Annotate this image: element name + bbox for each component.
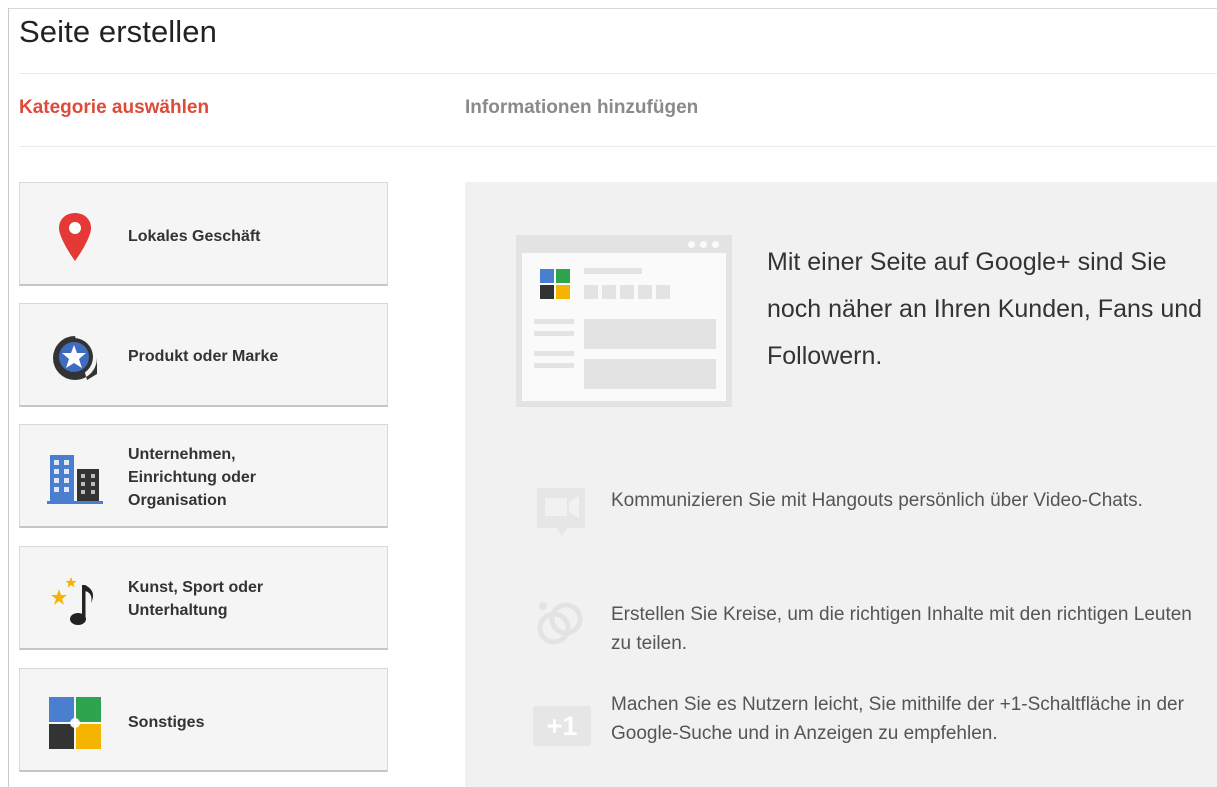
logo-squares-icon xyxy=(540,269,570,299)
hangout-video-icon xyxy=(537,488,585,536)
window-top-border xyxy=(8,8,1217,9)
category-other[interactable]: Sonstiges xyxy=(19,668,388,772)
circles-icon xyxy=(537,602,583,645)
page-mockup-illustration xyxy=(516,235,732,407)
step-add-information: Informationen hinzufügen xyxy=(465,97,699,118)
buildings-icon xyxy=(47,455,103,504)
category-label: Kunst, Sport oder Unterhaltung xyxy=(128,579,264,619)
category-label: Sonstiges xyxy=(128,714,205,731)
feature-hangouts-text: Kommunizieren Sie mit Hangouts persönlic… xyxy=(611,490,1143,511)
category-label: Lokales Geschäft xyxy=(128,228,261,245)
category-label: Unternehmen, Einrichtung oder Organisati… xyxy=(128,446,256,509)
category-arts-sports-entertainment[interactable]: Kunst, Sport oder Unterhaltung xyxy=(19,546,388,650)
category-product-brand[interactable]: Produkt oder Marke xyxy=(19,303,388,407)
step-select-category: Kategorie auswählen xyxy=(19,97,210,118)
intro-text: Mit einer Seite auf Google+ sind Sie noc… xyxy=(767,248,1203,370)
plus-one-icon: +1 xyxy=(533,706,591,746)
star-tag-icon xyxy=(53,336,97,380)
category-label: Produkt oder Marke xyxy=(128,348,279,365)
feature-plus-one-text: Machen Sie es Nutzern leicht, Sie mithil… xyxy=(611,694,1184,744)
color-squares-icon xyxy=(49,697,101,749)
category-company-organization[interactable]: Unternehmen, Einrichtung oder Organisati… xyxy=(19,424,388,528)
music-stars-icon xyxy=(51,577,93,625)
feature-circles-text: Erstellen Sie Kreise, um die richtigen I… xyxy=(611,604,1192,654)
window-left-border xyxy=(8,8,9,787)
title-divider xyxy=(19,73,1217,74)
page-title: Seite erstellen xyxy=(19,14,217,49)
info-panel: Mit einer Seite auf Google+ sind Sie noc… xyxy=(465,182,1217,787)
category-local-business[interactable]: Lokales Geschäft xyxy=(19,182,388,286)
map-pin-icon xyxy=(59,213,91,261)
steps-divider xyxy=(19,146,1217,147)
